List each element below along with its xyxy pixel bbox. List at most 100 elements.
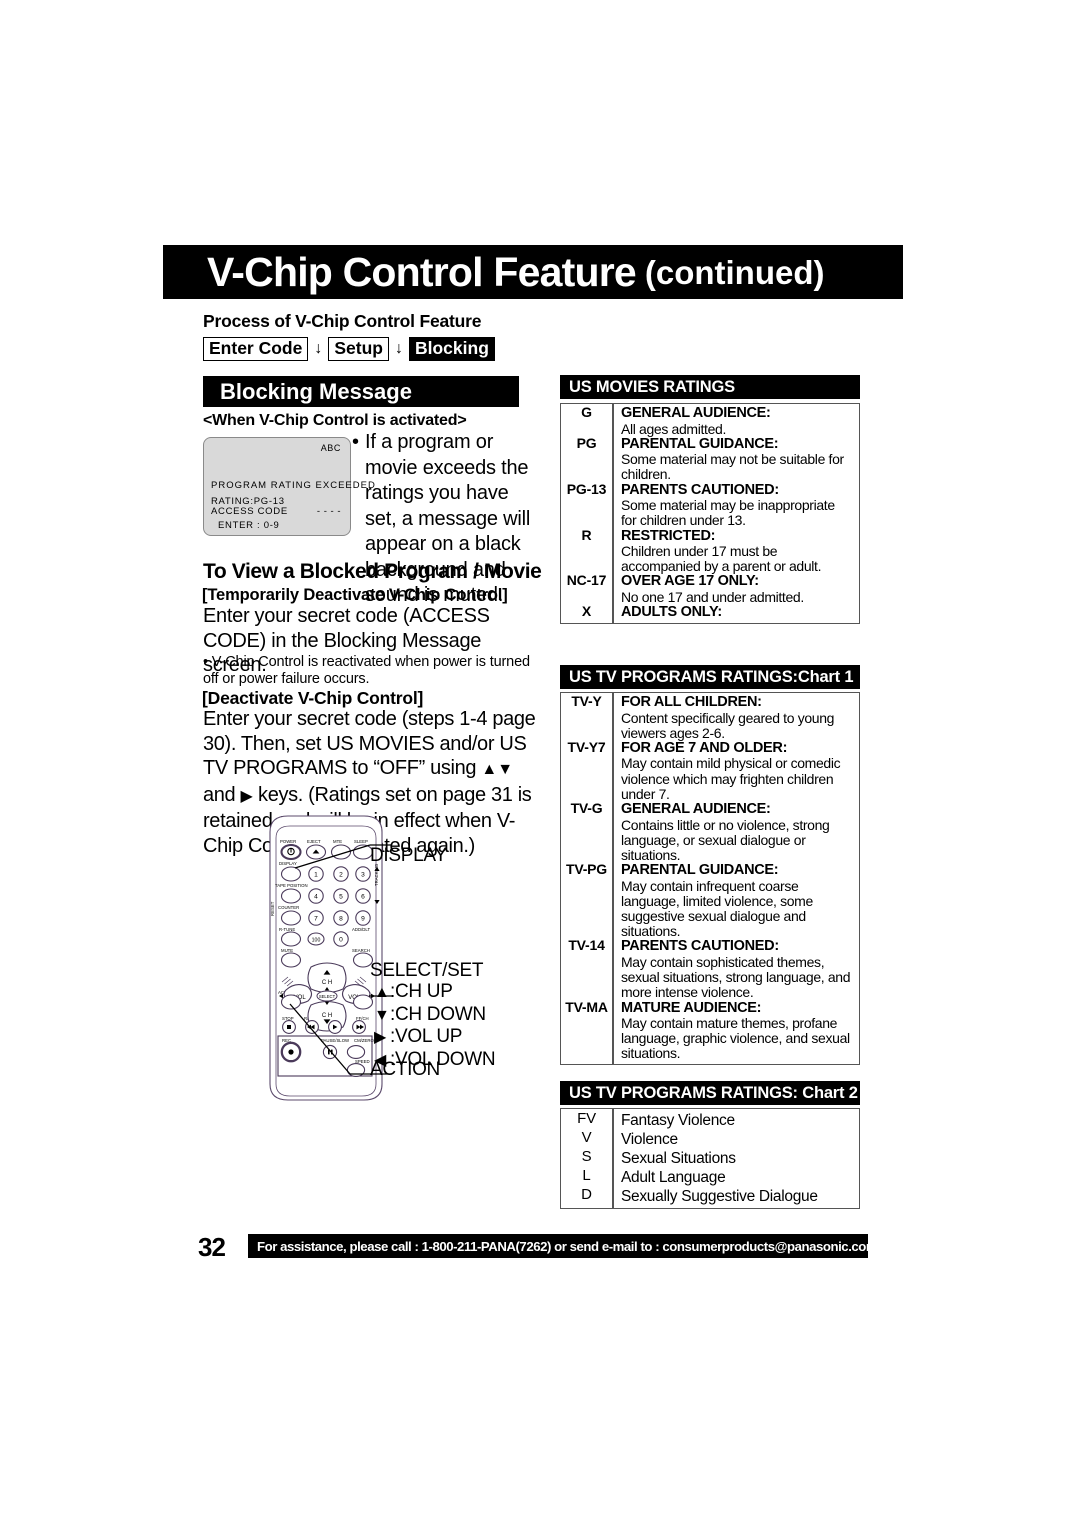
- table-row: FOR ALL CHILDREN: Content specifically ge…: [614, 694, 859, 741]
- rating-code: D: [581, 1186, 592, 1203]
- svg-text:ADD/DLT: ADD/DLT: [352, 927, 370, 932]
- us-tv-chart1-code-column: TV-Y TV-Y7 TV-G TV-PG TV-14 TV-MA: [561, 693, 614, 1064]
- us-tv-chart2-title: US TV PROGRAMS RATINGS: Chart 2: [569, 1084, 858, 1102]
- svg-text:C H: C H: [322, 980, 332, 986]
- table-row: Sexually Suggestive Dialogue: [614, 1187, 859, 1206]
- us-movies-desc-column: GENERAL AUDIENCE: All ages admitted. PAREN…: [614, 404, 859, 623]
- us-movies-code-column: G PG PG-13 R NC-17 X: [561, 404, 614, 623]
- svg-text:7: 7: [314, 915, 318, 922]
- rating-body: Violence: [621, 1131, 678, 1148]
- deactivate-body-part2: and: [203, 783, 241, 806]
- tv-screen-illustration: ABC PROGRAM RATING EXCEEDED RATING:PG-13…: [203, 437, 375, 536]
- svg-text:TRACKING: TRACKING: [374, 863, 379, 886]
- svg-text:CM/ZERO: CM/ZERO: [354, 1038, 374, 1043]
- process-flow: Enter Code ↓ Setup ↓ Blocking: [203, 337, 495, 361]
- rating-body: Contains little or no violence, strong l…: [621, 816, 830, 863]
- rating-code: FV: [577, 1110, 596, 1127]
- svg-text:SELECT: SELECT: [319, 994, 336, 999]
- process-label: Process of V-Chip Control Feature: [203, 311, 482, 331]
- us-tv-chart1-title: US TV PROGRAMS RATINGS:Chart 1: [569, 668, 854, 686]
- rating-code: X: [581, 603, 592, 620]
- svg-text:MTE: MTE: [333, 839, 342, 844]
- flow-step-enter-code: Enter Code: [203, 337, 309, 361]
- rating-title: PARENTAL GUIDANCE:: [621, 862, 779, 879]
- rating-title: OVER AGE 17 ONLY:: [621, 573, 759, 590]
- svg-text:8: 8: [339, 915, 343, 922]
- page-title-suffix: (continued): [644, 253, 825, 291]
- callout-ch-down: ▼:CH DOWN: [374, 1003, 486, 1025]
- svg-text:R-TUNE: R-TUNE: [279, 927, 295, 932]
- us-tv-chart1-header: US TV PROGRAMS RATINGS:Chart 1: [560, 665, 860, 689]
- svg-text:C H: C H: [322, 1013, 332, 1019]
- view-blocked-heading: To View a Blocked Program / Movie: [203, 560, 542, 583]
- flow-arrow-icon-2: ↓: [394, 340, 403, 357]
- flow-step-setup: Setup: [328, 337, 389, 361]
- rating-code: TV-Y7: [567, 738, 606, 755]
- table-row: ADULTS ONLY:: [614, 605, 859, 621]
- us-tv-chart2-code-column: FV V S L D: [561, 1109, 614, 1208]
- table-row: Adult Language: [614, 1168, 859, 1187]
- callout-display: DISPLAY: [370, 845, 447, 866]
- rating-title: FOR AGE 7 AND OLDER:: [621, 739, 788, 756]
- right-arrow-icon: ▶: [240, 787, 253, 805]
- svg-text:EJECT: EJECT: [307, 839, 321, 844]
- callout-direction-keys: ▲:CH UP ▼:CH DOWN ▶:VOL UP ◀:VOL DOWN: [374, 981, 496, 1071]
- table-row: PARENTS CAUTIONED: Some material may be i…: [614, 481, 859, 529]
- right-arrow-icon-2: ▶: [374, 1029, 387, 1046]
- rating-body: May contain mature themes, profane langu…: [621, 1015, 850, 1062]
- rating-body: Some material may be inappropriate for c…: [621, 497, 835, 529]
- rating-body: Children under 17 must be accompanied by…: [621, 543, 822, 575]
- manual-page: V-Chip Control Feature (continued) Proce…: [0, 0, 1080, 1528]
- temporary-deactivate-heading: [Temporarily Deactivate V-Chip Control]: [202, 586, 508, 604]
- callout-action: ACTION: [370, 1059, 440, 1080]
- rating-title: FOR ALL CHILDREN:: [621, 694, 762, 710]
- flow-step-blocking: Blocking: [408, 337, 495, 361]
- rating-code: PG-13: [566, 480, 607, 497]
- tv-screen-access-code-field: - - - -: [316, 506, 341, 517]
- page-title: V-Chip Control Feature: [207, 248, 637, 295]
- svg-text:100: 100: [312, 937, 321, 943]
- us-tv-chart1-desc-column: FOR ALL CHILDREN: Content specifically ge…: [614, 693, 859, 1064]
- callout-vol-up: ▶:VOL UP: [374, 1026, 463, 1047]
- rating-body: May contain infrequent coarse language, …: [621, 877, 813, 940]
- svg-text:COUNTER: COUNTER: [278, 905, 299, 910]
- us-movies-ratings-title: US MOVIES RATINGS: [569, 378, 735, 396]
- rating-code: TV-MA: [565, 998, 608, 1015]
- rating-title: PARENTS CAUTIONED:: [621, 938, 779, 955]
- rating-code: TV-G: [570, 800, 603, 817]
- us-movies-ratings-table: G PG PG-13 R NC-17 X GENERAL AUDIENCE: All age…: [560, 403, 860, 624]
- rating-title: GENERAL AUDIENCE:: [621, 405, 771, 421]
- svg-text:1: 1: [314, 871, 318, 878]
- rating-body: Sexual Situations: [621, 1150, 736, 1167]
- rating-code: V: [581, 1129, 592, 1146]
- blocking-message-subtitle: <When V-Chip Control is activated>: [203, 412, 467, 429]
- us-tv-chart2-desc-column: Fantasy Violence Violence Sexual Situation…: [614, 1109, 859, 1208]
- rating-code: NC-17: [566, 572, 607, 589]
- us-movies-ratings-header: US MOVIES RATINGS: [560, 375, 860, 399]
- tv-screen-channel-label: ABC: [320, 443, 341, 453]
- us-tv-chart2-table: FV V S L D Fantasy Violence Violence Sexual Si…: [560, 1108, 860, 1209]
- updown-arrow-icon: ▲▼: [481, 761, 514, 778]
- svg-text:0: 0: [339, 936, 343, 943]
- svg-text:6: 6: [361, 893, 365, 900]
- rating-title: PARENTS CAUTIONED:: [621, 481, 779, 498]
- us-tv-chart1-table: TV-Y TV-Y7 TV-G TV-PG TV-14 TV-MA FOR ALL CHI…: [560, 692, 860, 1065]
- svg-text:TAPE POSITION: TAPE POSITION: [275, 883, 308, 888]
- rating-body: All ages admitted.: [621, 420, 726, 437]
- table-row: PARENTS CAUTIONED: May contain sophistica…: [614, 939, 859, 1000]
- rating-code: TV-14: [568, 937, 605, 954]
- table-row: GENERAL AUDIENCE: Contains little or no v…: [614, 802, 859, 863]
- table-row: GENERAL AUDIENCE: All ages admitted.: [614, 405, 859, 437]
- table-row: FOR AGE 7 AND OLDER: May contain mild phy…: [614, 739, 859, 802]
- table-row: OVER AGE 17 ONLY: No one 17 and under adm…: [614, 574, 859, 605]
- us-tv-chart2-header: US TV PROGRAMS RATINGS: Chart 2: [560, 1081, 860, 1105]
- svg-text:DISPLAY: DISPLAY: [279, 861, 297, 866]
- rating-code: R: [581, 526, 592, 543]
- blocking-message-section-header: Blocking Message: [203, 376, 519, 407]
- table-row: MATURE AUDIENCE: May contain mature theme…: [614, 1000, 859, 1062]
- rating-body: May contain sophisticated themes, sexual…: [621, 953, 851, 1001]
- tv-screen-access-code-label: ACCESS CODE: [211, 506, 288, 517]
- rating-body: Adult Language: [621, 1169, 726, 1186]
- down-arrow-icon: ▼: [374, 1006, 390, 1024]
- up-arrow-icon: ▲: [374, 984, 390, 1001]
